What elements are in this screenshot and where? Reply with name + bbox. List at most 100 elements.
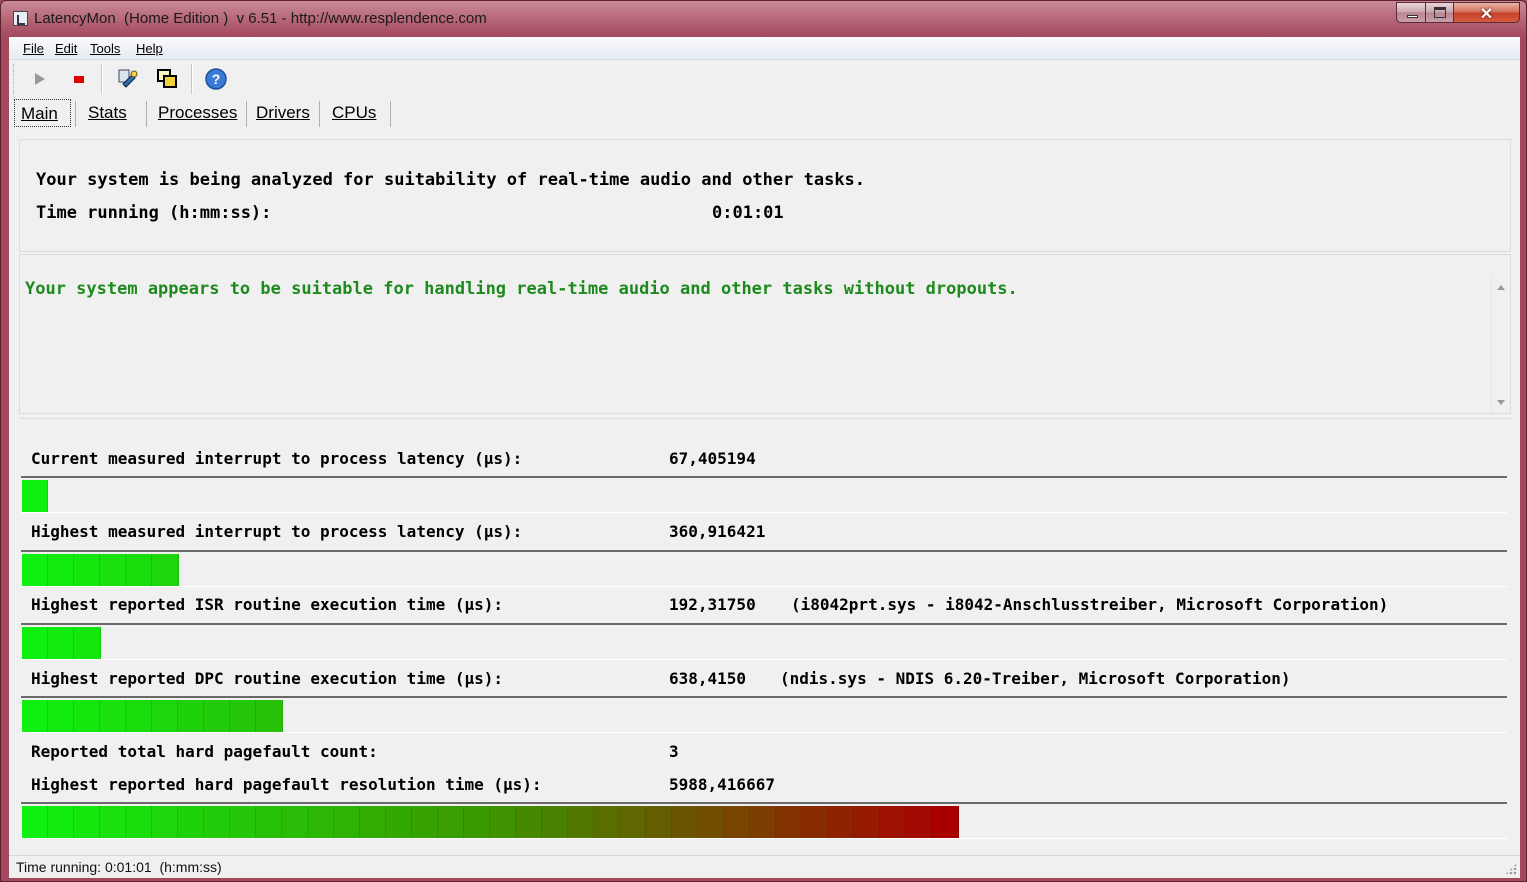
bar-segment: [74, 554, 100, 586]
scroll-down-icon[interactable]: [1497, 400, 1505, 405]
tab-processes[interactable]: Processes: [152, 99, 243, 127]
bar-track: [22, 627, 101, 659]
tools-wrench-icon: [118, 69, 138, 88]
tab-processes-label: Processes: [158, 103, 238, 122]
bar-segment: [542, 806, 568, 838]
tab-stats[interactable]: Stats: [82, 99, 133, 127]
tab-main[interactable]: Main: [14, 99, 71, 127]
bar-segment: [672, 806, 698, 838]
bar-segment: [48, 700, 74, 732]
bar-segment: [256, 806, 282, 838]
bar-segment: [22, 627, 48, 659]
tab-cpus-label: CPUs: [332, 103, 377, 122]
time-running-value: 0:01:01: [712, 203, 784, 223]
windows-button[interactable]: [154, 66, 180, 92]
verdict-scrollbar[interactable]: [1491, 277, 1510, 413]
bar-segment: [412, 806, 438, 838]
bar-segment: [74, 700, 100, 732]
verdict-text: Your system appears to be suitable for h…: [25, 279, 1018, 299]
time-running-label: Time running (h:mm:ss):: [36, 203, 272, 223]
bar-segment: [230, 806, 256, 838]
close-button[interactable]: ✕: [1454, 2, 1520, 23]
bar-track: [22, 700, 283, 732]
tab-strip: Main Stats Processes Drivers CPUs: [9, 99, 1520, 127]
stop-button[interactable]: [66, 66, 92, 92]
bar-segment: [48, 806, 74, 838]
play-icon: [35, 73, 45, 85]
bar-segment: [334, 806, 360, 838]
menu-tools-label: Tools: [90, 41, 121, 56]
menu-file[interactable]: File: [23, 41, 44, 56]
bar-segment: [74, 627, 101, 659]
tab-separator: [390, 101, 391, 127]
bar-segment: [152, 554, 179, 586]
caption-buttons: ✕: [1396, 2, 1520, 23]
bar-segment: [698, 806, 724, 838]
help-button[interactable]: ?: [203, 66, 229, 92]
tab-drivers-label: Drivers: [256, 103, 310, 122]
menu-tools[interactable]: Tools: [90, 41, 120, 56]
latency-bar: [21, 476, 1507, 513]
bar-segment: [100, 806, 126, 838]
bar-segment: [906, 806, 932, 838]
bar-segment: [360, 806, 386, 838]
bar-track: [22, 554, 179, 586]
tab-separator: [246, 101, 247, 127]
bar-segment: [126, 554, 152, 586]
svg-text:?: ?: [212, 71, 221, 87]
start-button[interactable]: [26, 66, 52, 92]
metric-value: 360,916421: [669, 522, 766, 541]
scroll-up-icon[interactable]: [1497, 285, 1505, 290]
tools-button[interactable]: [114, 66, 140, 92]
resize-grip-icon[interactable]: [1505, 863, 1517, 875]
toolbar: ?: [9, 60, 1520, 97]
bar-segment: [152, 806, 178, 838]
bar-segment: [22, 554, 48, 586]
metric-label: Reported total hard pagefault count:: [31, 742, 378, 761]
latency-bar: [21, 696, 1507, 733]
tab-stats-label: Stats: [88, 103, 127, 122]
metric-driver-info: (i8042prt.sys - i8042-Anschlusstreiber, …: [791, 595, 1389, 614]
menu-edit[interactable]: Edit: [55, 41, 77, 56]
menu-file-label: File: [23, 41, 44, 56]
verdict-textbox[interactable]: Your system appears to be suitable for h…: [19, 254, 1511, 414]
metric-value: 5988,416667: [669, 775, 775, 794]
bar-segment: [802, 806, 828, 838]
bar-segment: [750, 806, 776, 838]
bar-segment: [646, 806, 672, 838]
bar-segment: [490, 806, 516, 838]
app-icon[interactable]: [13, 11, 28, 26]
tab-cpus[interactable]: CPUs: [326, 99, 382, 127]
bar-segment: [308, 806, 334, 838]
toolbar-grip[interactable]: [13, 64, 17, 94]
latency-bar: [21, 550, 1507, 587]
bar-track: [22, 480, 48, 512]
bar-segment: [152, 700, 178, 732]
metrics-panel: Current measured interrupt to process la…: [19, 418, 1511, 842]
metric-label: Highest reported ISR routine execution t…: [31, 595, 504, 614]
bar-segment: [100, 554, 126, 586]
tab-separator: [319, 101, 320, 127]
bar-segment: [126, 700, 152, 732]
tab-separator: [75, 101, 76, 127]
metric-value: 638,4150: [669, 669, 747, 688]
bar-segment: [386, 806, 412, 838]
minimize-button[interactable]: [1396, 2, 1426, 23]
latency-bar: [21, 623, 1507, 660]
maximize-icon: [1434, 7, 1446, 18]
menu-help[interactable]: Help: [136, 41, 163, 56]
bar-segment: [828, 806, 854, 838]
tab-main-label: Main: [21, 104, 58, 123]
menu-help-label: Help: [136, 41, 163, 56]
tab-drivers[interactable]: Drivers: [250, 99, 316, 127]
bar-segment: [22, 806, 48, 838]
bar-segment: [100, 700, 126, 732]
maximize-button[interactable]: [1426, 2, 1454, 23]
client-area: File Edit Tools Help ? Main Stats Proces…: [9, 37, 1520, 878]
status-bar: Time running: 0:01:01 (h:mm:ss): [9, 855, 1520, 878]
bar-segment: [204, 700, 230, 732]
title-bar[interactable]: LatencyMon (Home Edition ) v 6.51 - http…: [1, 1, 1526, 37]
latency-bar: [21, 802, 1507, 839]
metric-driver-info: (ndis.sys - NDIS 6.20-Treiber, Microsoft…: [780, 669, 1291, 688]
bar-segment: [126, 806, 152, 838]
